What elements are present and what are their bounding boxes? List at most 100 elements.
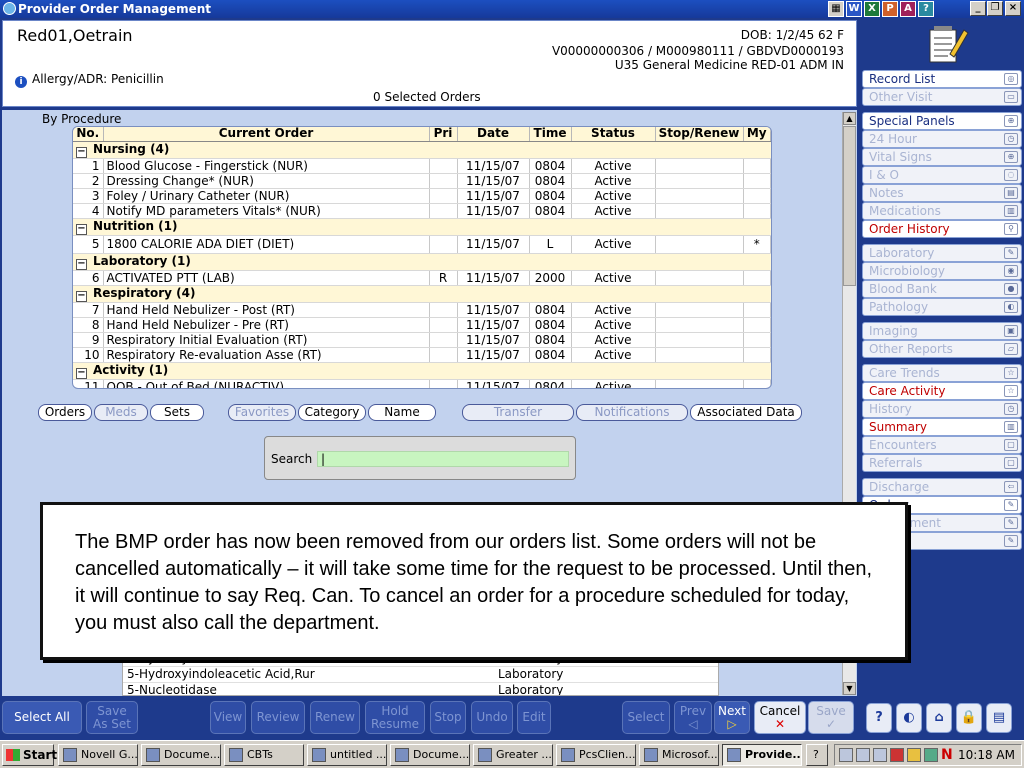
order-row[interactable]: 10 Respiratory Re-evaluation Asse (RT) 11/… xyxy=(73,347,771,363)
taskbar-item[interactable]: Greater ... xyxy=(473,744,553,766)
renew-button[interactable]: Renew xyxy=(310,701,360,734)
taskbar-item[interactable]: CBTs xyxy=(224,744,304,766)
alert-icon[interactable] xyxy=(890,748,904,762)
sidebar-item-imaging[interactable]: Imaging ▣ xyxy=(862,322,1022,340)
scroll-down-icon[interactable]: ▼ xyxy=(843,682,856,695)
sidebar-item-other-reports[interactable]: Other Reports ▱ xyxy=(862,340,1022,358)
sidebar-item-referrals[interactable]: Referrals ▢ xyxy=(862,454,1022,472)
word-icon[interactable]: W xyxy=(846,1,862,17)
select-all-button[interactable]: Select All xyxy=(2,701,82,734)
sidebar-item-medications[interactable]: Medications ▥ xyxy=(862,202,1022,220)
sidebar-item-special-panels[interactable]: Special Panels ⊕ xyxy=(862,112,1022,130)
order-row[interactable]: 6 ACTIVATED PTT (LAB) R 11/15/07 2000 Active xyxy=(73,270,771,286)
sidebar-item-encounters[interactable]: Encounters ▢ xyxy=(862,436,1022,454)
tab-notifications[interactable]: Notifications xyxy=(576,404,688,421)
group-header-row[interactable]: − Nursing (4) xyxy=(73,141,771,159)
shield-icon[interactable] xyxy=(873,748,887,762)
help-button[interactable]: ? xyxy=(866,703,892,733)
restore-button[interactable]: ❐ xyxy=(987,1,1003,16)
select-button[interactable]: Select xyxy=(622,701,670,734)
col-date[interactable]: Date xyxy=(457,127,530,142)
order-row[interactable]: 8 Hand Held Nebulizer - Pre (RT) 11/15/07 0… xyxy=(73,317,771,333)
collapse-icon[interactable]: − xyxy=(76,367,87,379)
scroll-up-icon[interactable]: ▲ xyxy=(843,112,856,125)
sidebar-item-history[interactable]: History ◷ xyxy=(862,400,1022,418)
taskbar-item[interactable]: untitled ... xyxy=(307,744,387,766)
sidebar-item-microbiology[interactable]: Microbiology ◉ xyxy=(862,262,1022,280)
col-my[interactable]: My xyxy=(743,127,771,142)
tab-name[interactable]: Name xyxy=(368,404,436,421)
undo-button[interactable]: Undo xyxy=(471,701,513,734)
pencil-icon[interactable] xyxy=(907,748,921,762)
sidebar-item-vital-signs[interactable]: Vital Signs ⊕ xyxy=(862,148,1022,166)
col-no[interactable]: No. xyxy=(73,127,104,142)
printer-icon[interactable] xyxy=(839,748,853,762)
sidebar-item-laboratory[interactable]: Laboratory ✎ xyxy=(862,244,1022,262)
order-row[interactable]: 11 OOB - Out of Bed (NURACTIV) 11/15/07 080… xyxy=(73,379,771,388)
tab-orders[interactable]: Orders xyxy=(38,404,92,421)
sidebar-item-blood-bank[interactable]: Blood Bank ● xyxy=(862,280,1022,298)
sidebar-item-summary[interactable]: Summary ▥ xyxy=(862,418,1022,436)
tab-meds[interactable]: Meds xyxy=(94,404,148,421)
taskbar-item[interactable]: Provide... xyxy=(722,744,802,766)
prev-button[interactable]: Prev ◁ xyxy=(674,701,712,734)
minimize-button[interactable]: _ xyxy=(970,1,986,16)
sidebar-item-i-o[interactable]: I & O ◌ xyxy=(862,166,1022,184)
order-row[interactable]: 1 Blood Glucose - Fingerstick (NUR) 11/15/… xyxy=(73,158,771,174)
taskbar-item[interactable]: Docume... xyxy=(390,744,470,766)
close-button[interactable]: × xyxy=(1005,1,1021,16)
collapse-icon[interactable]: − xyxy=(76,258,87,270)
sidebar-item-other-visit[interactable]: Other Visit ▭ xyxy=(862,88,1022,106)
col-pri[interactable]: Pri xyxy=(429,127,458,142)
grid-icon[interactable]: ▦ xyxy=(828,1,844,17)
powerpoint-icon[interactable]: P xyxy=(882,1,898,17)
taskbar-item[interactable]: Docume... xyxy=(141,744,221,766)
collapse-icon[interactable]: − xyxy=(76,146,87,158)
stop-button[interactable]: Stop xyxy=(430,701,466,734)
keyboard-icon[interactable]: ▤ xyxy=(986,703,1012,733)
excel-icon[interactable]: X xyxy=(864,1,880,17)
hold-resume-button[interactable]: Hold Resume xyxy=(365,701,425,734)
access-icon[interactable]: A xyxy=(900,1,916,17)
collapse-icon[interactable]: − xyxy=(76,223,87,235)
sidebar-item-pathology[interactable]: Pathology ◐ xyxy=(862,298,1022,316)
tab-transfer[interactable]: Transfer xyxy=(462,404,574,421)
sidebar-item-24-hour[interactable]: 24 Hour ◷ xyxy=(862,130,1022,148)
tools-icon[interactable] xyxy=(924,748,938,762)
order-row[interactable]: 3 Foley / Urinary Catheter (NUR) 11/15/07 0… xyxy=(73,188,771,204)
list-item[interactable]: 5-Hydroxyindoleacetic Acid,Rur Laboratory xyxy=(123,667,718,683)
col-status[interactable]: Status xyxy=(571,127,656,142)
save-as-set-button[interactable]: Save As Set xyxy=(86,701,138,734)
col-current-order[interactable]: Current Order xyxy=(103,127,430,142)
help-icon[interactable]: ? xyxy=(918,1,934,17)
review-button[interactable]: Review xyxy=(251,701,305,734)
tab-favorites[interactable]: Favorites xyxy=(228,404,296,421)
order-row[interactable]: 5 1800 CALORIE ADA DIET (DIET) 11/15/07 L Ac… xyxy=(73,235,771,254)
group-header-row[interactable]: − Laboratory (1) xyxy=(73,253,771,271)
question-icon[interactable]: ? xyxy=(806,744,828,766)
eraser-icon[interactable]: ⌂ xyxy=(926,703,952,733)
taskbar-item[interactable]: Microsof... xyxy=(639,744,719,766)
novell-n-icon[interactable]: N xyxy=(941,748,955,762)
start-button[interactable]: Start xyxy=(2,744,57,766)
collapse-icon[interactable]: − xyxy=(76,290,87,302)
moon-icon[interactable]: ◐ xyxy=(896,703,922,733)
sidebar-item-care-activity[interactable]: Care Activity ☆ xyxy=(862,382,1022,400)
tab-category[interactable]: Category xyxy=(298,404,366,421)
sidebar-item-record-list[interactable]: Record List ◎ xyxy=(862,70,1022,88)
network-icon[interactable] xyxy=(856,748,870,762)
tab-associated-data[interactable]: Associated Data xyxy=(690,404,802,421)
sidebar-item-notes[interactable]: Notes ▤ xyxy=(862,184,1022,202)
scroll-thumb[interactable] xyxy=(843,126,856,286)
search-input[interactable]: | xyxy=(317,451,569,467)
group-header-row[interactable]: − Nutrition (1) xyxy=(73,218,771,236)
taskbar-item[interactable]: Novell G... xyxy=(58,744,138,766)
sidebar-item-discharge[interactable]: Discharge ⇦ xyxy=(862,478,1022,496)
order-row[interactable]: 2 Dressing Change* (NUR) 11/15/07 0804 Activ… xyxy=(73,173,771,189)
taskbar-item[interactable]: PcsClien... xyxy=(556,744,636,766)
list-item[interactable]: 5-Nucleotidase Laboratory xyxy=(123,683,718,695)
order-row[interactable]: 9 Respiratory Initial Evaluation (RT) 11/1… xyxy=(73,332,771,348)
col-stop-renew[interactable]: Stop/Renew xyxy=(655,127,744,142)
cancel-button[interactable]: Cancel ✕ xyxy=(754,701,806,734)
group-header-row[interactable]: − Respiratory (4) xyxy=(73,285,771,303)
